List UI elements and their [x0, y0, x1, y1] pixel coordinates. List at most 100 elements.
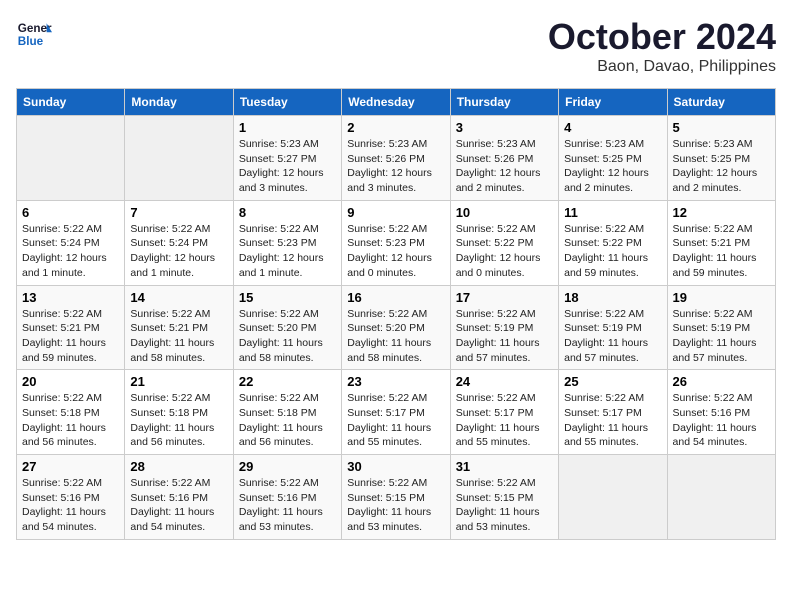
- day-header-friday: Friday: [559, 89, 667, 116]
- calendar-cell: 3 Sunrise: 5:23 AM Sunset: 5:26 PM Daylig…: [450, 116, 558, 201]
- day-number: 1: [239, 120, 336, 135]
- title-area: October 2024 Baon, Davao, Philippines: [548, 16, 776, 76]
- day-header-saturday: Saturday: [667, 89, 775, 116]
- day-number: 31: [456, 459, 553, 474]
- day-number: 28: [130, 459, 227, 474]
- day-number: 23: [347, 374, 444, 389]
- day-number: 26: [673, 374, 770, 389]
- day-info: Sunrise: 5:23 AM Sunset: 5:26 PM Dayligh…: [347, 137, 444, 196]
- day-info: Sunrise: 5:22 AM Sunset: 5:23 PM Dayligh…: [239, 222, 336, 281]
- day-info: Sunrise: 5:22 AM Sunset: 5:15 PM Dayligh…: [347, 476, 444, 535]
- day-info: Sunrise: 5:23 AM Sunset: 5:27 PM Dayligh…: [239, 137, 336, 196]
- calendar-cell: 24 Sunrise: 5:22 AM Sunset: 5:17 PM Dayli…: [450, 370, 558, 455]
- calendar-cell: 26Sunrise: 5:22 AM Sunset: 5:16 PM Dayli…: [667, 370, 775, 455]
- calendar-cell: 2 Sunrise: 5:23 AM Sunset: 5:26 PM Daylig…: [342, 116, 450, 201]
- calendar-header-row: SundayMondayTuesdayWednesdayThursdayFrid…: [17, 89, 776, 116]
- day-info: Sunrise: 5:22 AM Sunset: 5:23 PM Dayligh…: [347, 222, 444, 281]
- calendar-cell: 20Sunrise: 5:22 AM Sunset: 5:18 PM Dayli…: [17, 370, 125, 455]
- day-header-sunday: Sunday: [17, 89, 125, 116]
- day-info: Sunrise: 5:22 AM Sunset: 5:16 PM Dayligh…: [22, 476, 119, 535]
- day-info: Sunrise: 5:22 AM Sunset: 5:19 PM Dayligh…: [456, 307, 553, 366]
- day-header-tuesday: Tuesday: [233, 89, 341, 116]
- calendar-week-row: 27 Sunrise: 5:22 AM Sunset: 5:16 PM Dayli…: [17, 455, 776, 540]
- day-info: Sunrise: 5:22 AM Sunset: 5:21 PM Dayligh…: [673, 222, 770, 281]
- calendar-cell: 22 Sunrise: 5:22 AM Sunset: 5:18 PM Dayli…: [233, 370, 341, 455]
- day-number: 15: [239, 290, 336, 305]
- day-number: 24: [456, 374, 553, 389]
- calendar-cell: 23Sunrise: 5:22 AM Sunset: 5:17 PM Dayli…: [342, 370, 450, 455]
- calendar-cell: 8 Sunrise: 5:22 AM Sunset: 5:23 PM Daylig…: [233, 200, 341, 285]
- day-number: 14: [130, 290, 227, 305]
- day-info: Sunrise: 5:22 AM Sunset: 5:19 PM Dayligh…: [564, 307, 661, 366]
- calendar-cell: 11 Sunrise: 5:22 AM Sunset: 5:22 PM Dayli…: [559, 200, 667, 285]
- day-number: 8: [239, 205, 336, 220]
- calendar-cell: 27 Sunrise: 5:22 AM Sunset: 5:16 PM Dayli…: [17, 455, 125, 540]
- day-number: 3: [456, 120, 553, 135]
- day-number: 2: [347, 120, 444, 135]
- day-info: Sunrise: 5:23 AM Sunset: 5:25 PM Dayligh…: [673, 137, 770, 196]
- day-info: Sunrise: 5:22 AM Sunset: 5:21 PM Dayligh…: [130, 307, 227, 366]
- day-number: 18: [564, 290, 661, 305]
- calendar-cell: 1 Sunrise: 5:23 AM Sunset: 5:27 PM Daylig…: [233, 116, 341, 201]
- calendar-cell: 18 Sunrise: 5:22 AM Sunset: 5:19 PM Dayli…: [559, 285, 667, 370]
- day-number: 27: [22, 459, 119, 474]
- calendar-cell: 5 Sunrise: 5:23 AM Sunset: 5:25 PM Daylig…: [667, 116, 775, 201]
- calendar-cell: 19 Sunrise: 5:22 AM Sunset: 5:19 PM Dayli…: [667, 285, 775, 370]
- day-info: Sunrise: 5:22 AM Sunset: 5:17 PM Dayligh…: [456, 391, 553, 450]
- logo-icon: General Blue: [16, 16, 52, 52]
- day-number: 29: [239, 459, 336, 474]
- day-info: Sunrise: 5:23 AM Sunset: 5:25 PM Dayligh…: [564, 137, 661, 196]
- calendar-cell: [17, 116, 125, 201]
- day-number: 25: [564, 374, 661, 389]
- location-title: Baon, Davao, Philippines: [548, 58, 776, 76]
- day-number: 5: [673, 120, 770, 135]
- calendar-cell: 7 Sunrise: 5:22 AM Sunset: 5:24 PM Daylig…: [125, 200, 233, 285]
- calendar-cell: 15 Sunrise: 5:22 AM Sunset: 5:20 PM Dayli…: [233, 285, 341, 370]
- calendar-cell: 4 Sunrise: 5:23 AM Sunset: 5:25 PM Daylig…: [559, 116, 667, 201]
- day-number: 6: [22, 205, 119, 220]
- day-info: Sunrise: 5:22 AM Sunset: 5:15 PM Dayligh…: [456, 476, 553, 535]
- day-info: Sunrise: 5:22 AM Sunset: 5:19 PM Dayligh…: [673, 307, 770, 366]
- calendar-cell: 14 Sunrise: 5:22 AM Sunset: 5:21 PM Dayli…: [125, 285, 233, 370]
- day-number: 19: [673, 290, 770, 305]
- calendar-cell: 6 Sunrise: 5:22 AM Sunset: 5:24 PM Daylig…: [17, 200, 125, 285]
- day-number: 7: [130, 205, 227, 220]
- svg-text:Blue: Blue: [18, 35, 44, 48]
- day-number: 11: [564, 205, 661, 220]
- calendar-cell: 9 Sunrise: 5:22 AM Sunset: 5:23 PM Daylig…: [342, 200, 450, 285]
- day-number: 13: [22, 290, 119, 305]
- day-info: Sunrise: 5:22 AM Sunset: 5:22 PM Dayligh…: [564, 222, 661, 281]
- calendar-cell: 21 Sunrise: 5:22 AM Sunset: 5:18 PM Dayli…: [125, 370, 233, 455]
- calendar-week-row: 6 Sunrise: 5:22 AM Sunset: 5:24 PM Daylig…: [17, 200, 776, 285]
- day-info: Sunrise: 5:22 AM Sunset: 5:18 PM Dayligh…: [22, 391, 119, 450]
- day-number: 16: [347, 290, 444, 305]
- day-info: Sunrise: 5:22 AM Sunset: 5:18 PM Dayligh…: [130, 391, 227, 450]
- calendar-cell: 29Sunrise: 5:22 AM Sunset: 5:16 PM Dayli…: [233, 455, 341, 540]
- logo: General Blue: [16, 16, 52, 52]
- day-number: 10: [456, 205, 553, 220]
- day-header-thursday: Thursday: [450, 89, 558, 116]
- calendar-cell: 16 Sunrise: 5:22 AM Sunset: 5:20 PM Dayli…: [342, 285, 450, 370]
- calendar-cell: 13Sunrise: 5:22 AM Sunset: 5:21 PM Dayli…: [17, 285, 125, 370]
- day-number: 21: [130, 374, 227, 389]
- day-info: Sunrise: 5:22 AM Sunset: 5:22 PM Dayligh…: [456, 222, 553, 281]
- day-number: 12: [673, 205, 770, 220]
- day-info: Sunrise: 5:22 AM Sunset: 5:18 PM Dayligh…: [239, 391, 336, 450]
- day-info: Sunrise: 5:23 AM Sunset: 5:26 PM Dayligh…: [456, 137, 553, 196]
- calendar-cell: [125, 116, 233, 201]
- day-number: 9: [347, 205, 444, 220]
- day-info: Sunrise: 5:22 AM Sunset: 5:20 PM Dayligh…: [347, 307, 444, 366]
- day-number: 22: [239, 374, 336, 389]
- calendar-cell: 25Sunrise: 5:22 AM Sunset: 5:17 PM Dayli…: [559, 370, 667, 455]
- day-number: 17: [456, 290, 553, 305]
- day-info: Sunrise: 5:22 AM Sunset: 5:24 PM Dayligh…: [22, 222, 119, 281]
- day-info: Sunrise: 5:22 AM Sunset: 5:24 PM Dayligh…: [130, 222, 227, 281]
- day-header-monday: Monday: [125, 89, 233, 116]
- day-info: Sunrise: 5:22 AM Sunset: 5:20 PM Dayligh…: [239, 307, 336, 366]
- calendar-cell: 30Sunrise: 5:22 AM Sunset: 5:15 PM Dayli…: [342, 455, 450, 540]
- day-number: 4: [564, 120, 661, 135]
- calendar-cell: 12 Sunrise: 5:22 AM Sunset: 5:21 PM Dayli…: [667, 200, 775, 285]
- calendar-cell: 31 Sunrise: 5:22 AM Sunset: 5:15 PM Dayli…: [450, 455, 558, 540]
- header: General Blue October 2024 Baon, Davao, P…: [16, 16, 776, 76]
- calendar-week-row: 1 Sunrise: 5:23 AM Sunset: 5:27 PM Daylig…: [17, 116, 776, 201]
